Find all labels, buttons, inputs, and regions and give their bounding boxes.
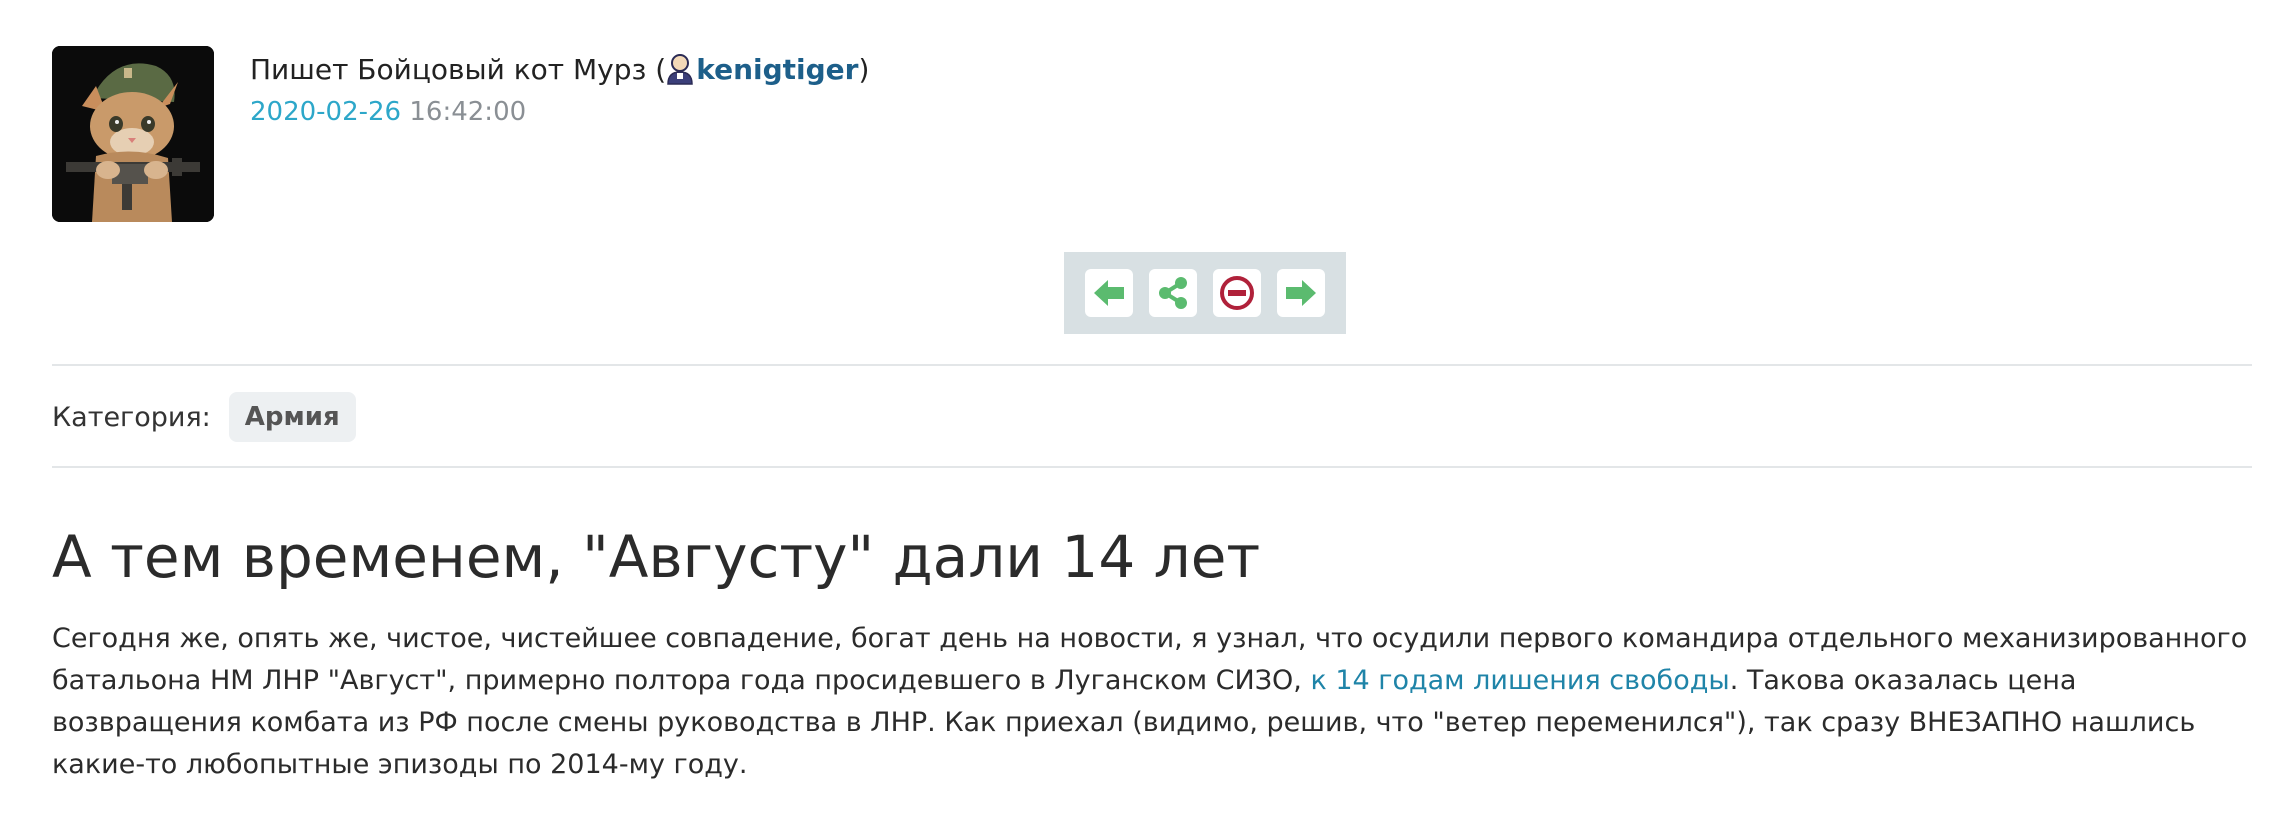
post-date-link[interactable]: 2020-02-26 (250, 97, 401, 127)
user-icon[interactable] (666, 53, 694, 85)
next-button[interactable] (1277, 269, 1325, 317)
article-title: А тем временем, "Августу" дали 14 лет (52, 523, 1261, 591)
author-avatar[interactable] (52, 46, 214, 222)
arrow-right-icon (1286, 280, 1316, 306)
verdict-link[interactable]: к 14 годам лишения свободы (1310, 665, 1729, 696)
cat-with-gun-image (52, 46, 214, 222)
divider (52, 466, 2252, 468)
divider (52, 364, 2252, 366)
share-icon (1159, 277, 1187, 309)
username-link[interactable]: kenigtiger (696, 53, 858, 86)
post-datetime: 2020-02-26 16:42:00 (250, 92, 869, 132)
post-time: 16:42:00 (409, 97, 527, 127)
category-tag[interactable]: Армия (228, 392, 356, 442)
share-button[interactable] (1149, 269, 1197, 317)
previous-button[interactable] (1085, 269, 1133, 317)
category-row: Категория: Армия (52, 392, 356, 442)
author-prefix: Пишет Бойцовый кот Мурз ( (250, 53, 667, 86)
no-entry-icon (1220, 276, 1254, 310)
author-line: Пишет Бойцовый кот Мурз ( kenigtiger) (250, 50, 869, 90)
category-label: Категория: (52, 401, 211, 433)
author-suffix: ) (858, 53, 870, 86)
article-paragraph: Сегодня же, опять же, чистое, чистейшее … (52, 618, 2252, 786)
block-button[interactable] (1213, 269, 1261, 317)
post-meta: Пишет Бойцовый кот Мурз ( kenigtiger) 202… (250, 50, 869, 132)
arrow-left-icon (1094, 280, 1124, 306)
post-toolbar (1064, 252, 1346, 334)
